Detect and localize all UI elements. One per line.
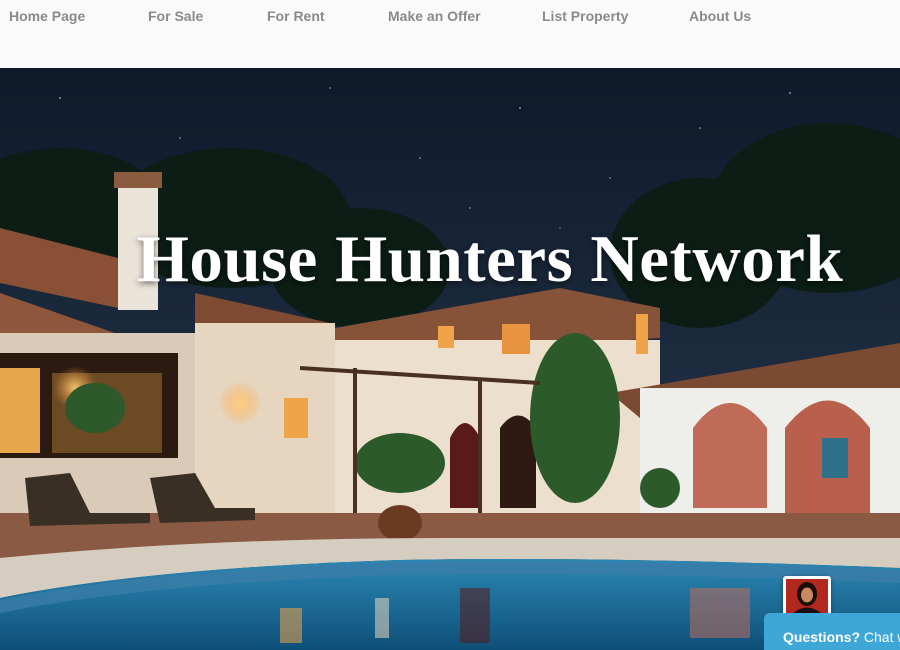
nav-about-us[interactable]: About Us xyxy=(689,8,751,24)
chat-launcher-button[interactable]: Questions? Chat w xyxy=(764,613,900,650)
chat-agent-avatar[interactable] xyxy=(783,576,831,617)
nav-make-an-offer[interactable]: Make an Offer xyxy=(388,8,481,24)
nav-for-rent[interactable]: For Rent xyxy=(267,8,325,24)
hero-title: House Hunters Network xyxy=(136,222,844,296)
agent-avatar-icon xyxy=(786,579,828,614)
nav-for-sale[interactable]: For Sale xyxy=(148,8,203,24)
hero-banner: House Hunters Network xyxy=(0,68,900,650)
chat-questions-label: Questions? xyxy=(783,629,861,645)
hero-background-image xyxy=(0,68,900,650)
nav-list-property[interactable]: List Property xyxy=(542,8,628,24)
top-navigation: Home Page For Sale For Rent Make an Offe… xyxy=(0,0,900,68)
nav-home-page[interactable]: Home Page xyxy=(9,8,85,24)
chat-label: Chat w xyxy=(863,629,900,645)
